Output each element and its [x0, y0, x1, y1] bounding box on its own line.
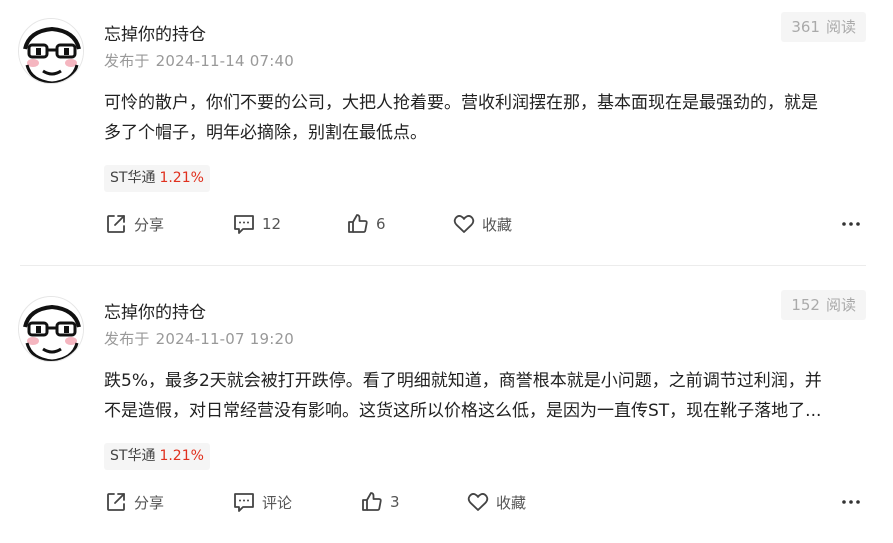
stock-name: ST华通 — [110, 170, 156, 186]
share-icon — [104, 490, 128, 514]
heart-icon — [466, 490, 490, 514]
stock-tag[interactable]: ST华通 1.21% — [104, 443, 210, 470]
read-count: 152 — [791, 296, 820, 314]
published-time: 2024-11-07 19:20 — [155, 330, 294, 348]
read-label: 阅读 — [825, 18, 856, 36]
read-label: 阅读 — [825, 296, 856, 314]
like-button[interactable]: 6 — [346, 208, 386, 240]
share-label: 分享 — [134, 493, 165, 512]
read-count: 361 — [791, 18, 820, 36]
stock-change: 1.21% — [159, 448, 204, 464]
post-card: 忘掉你的持仓 发布于 2024-11-14 07:40 361 阅读 可怜的散户，你… — [0, 0, 893, 265]
stock-tag[interactable]: ST华通 1.21% — [104, 165, 210, 192]
stock-name: ST华通 — [110, 448, 156, 464]
comment-count: 12 — [262, 215, 282, 233]
more-dots-icon[interactable] — [839, 212, 863, 236]
share-button[interactable]: 分享 — [104, 486, 164, 518]
like-count: 6 — [376, 215, 386, 233]
post-content[interactable]: 跌5%，最多2天就会被打开跌停。看了明细就知道，商誉根本就是小问题，之前调节过利… — [104, 366, 872, 426]
action-bar: 分享 12 6 收藏 — [0, 208, 893, 240]
content-line: 跌5%，最多2天就会被打开跌停。看了明细就知道，商誉根本就是小问题，之前调节过利… — [104, 371, 822, 391]
comment-label: 评论 — [262, 493, 293, 512]
content-line: 多了个帽子，明年必摘除，别割在最低点。 — [104, 123, 427, 143]
read-count-badge: 152 阅读 — [781, 290, 866, 320]
favorite-button[interactable]: 收藏 — [466, 486, 526, 518]
post-time: 发布于 2024-11-07 19:20 — [104, 328, 294, 349]
heart-icon — [452, 212, 476, 236]
more-dots-icon[interactable] — [839, 490, 863, 514]
username[interactable]: 忘掉你的持仓 — [104, 298, 206, 323]
thumbs-up-icon — [360, 490, 384, 514]
comment-button[interactable]: 12 — [232, 208, 281, 240]
post-divider — [20, 265, 866, 266]
share-button[interactable]: 分享 — [104, 208, 164, 240]
action-bar: 分享 评论 3 收藏 — [0, 486, 893, 518]
comment-icon — [232, 490, 256, 514]
favorite-label: 收藏 — [496, 493, 527, 512]
read-count-badge: 361 阅读 — [781, 12, 866, 42]
avatar[interactable] — [18, 296, 84, 362]
published-label: 发布于 — [104, 330, 150, 348]
content-line: 不是造假，对日常经营没有影响。这货这所以价格这么低，是因为一直传ST，现在靴子落… — [104, 401, 822, 421]
share-label: 分享 — [134, 215, 165, 234]
avatar[interactable] — [18, 18, 84, 84]
published-time: 2024-11-14 07:40 — [155, 52, 294, 70]
favorite-button[interactable]: 收藏 — [452, 208, 512, 240]
stock-change: 1.21% — [159, 170, 204, 186]
favorite-label: 收藏 — [482, 215, 513, 234]
comment-button[interactable]: 评论 — [232, 486, 292, 518]
comment-icon — [232, 212, 256, 236]
content-line: 可怜的散户，你们不要的公司，大把人抢着要。营收利润摆在那，基本面现在是最强劲的，… — [104, 93, 818, 113]
thumbs-up-icon — [346, 212, 370, 236]
username[interactable]: 忘掉你的持仓 — [104, 20, 206, 45]
like-button[interactable]: 3 — [360, 486, 400, 518]
post-time: 发布于 2024-11-14 07:40 — [104, 50, 294, 71]
post-content[interactable]: 可怜的散户，你们不要的公司，大把人抢着要。营收利润摆在那，基本面现在是最强劲的，… — [104, 88, 872, 148]
share-icon — [104, 212, 128, 236]
post-card: 忘掉你的持仓 发布于 2024-11-07 19:20 152 阅读 跌5%，最多2… — [0, 278, 893, 543]
published-label: 发布于 — [104, 52, 150, 70]
like-count: 3 — [390, 493, 400, 511]
